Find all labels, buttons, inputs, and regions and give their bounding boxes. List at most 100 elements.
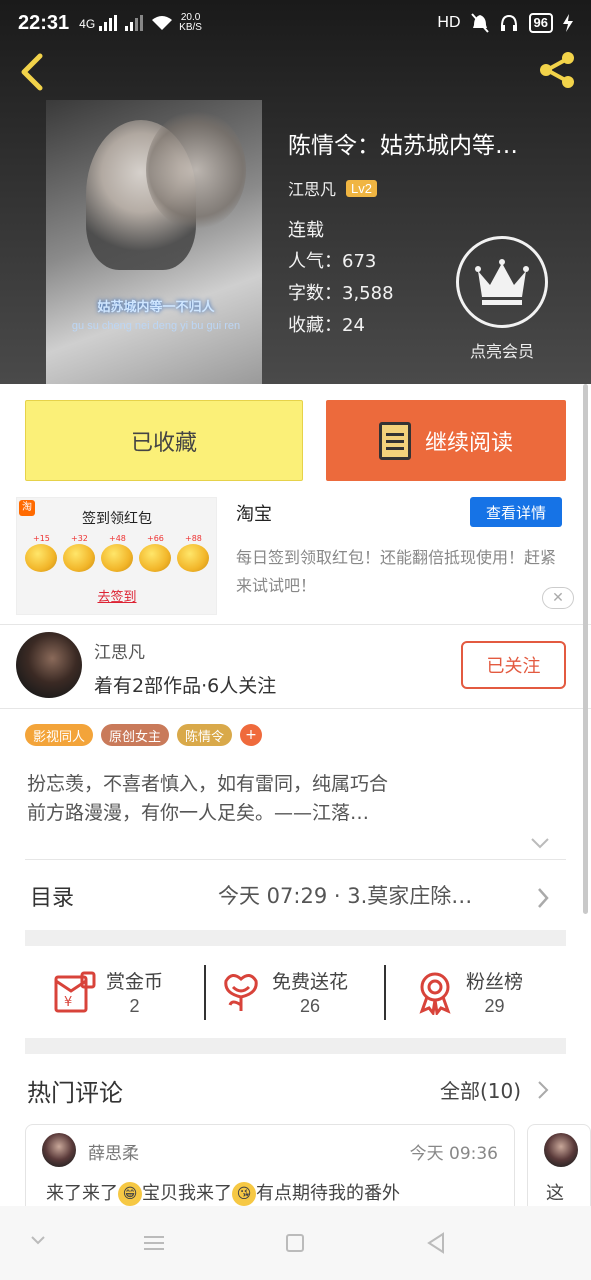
add-tag-button[interactable]: + (240, 724, 263, 746)
menu-icon[interactable] (144, 1236, 164, 1250)
network-speed: 20.0 KB/S (179, 13, 202, 33)
comment-time: 今天 09:36 (409, 1144, 498, 1164)
coin-value: +88 (185, 534, 202, 543)
book-word-count: 字数：3,588 (288, 283, 394, 304)
coin-stack: +15 +32 +48 +66 +88 (25, 534, 209, 572)
book-header: 22:31 4G 20.0 KB/S HD 96 姑苏城内等一不归人 gu su… (0, 0, 591, 384)
coin-icon: +66 (139, 534, 171, 572)
author-name[interactable]: 江思凡 (94, 638, 145, 663)
charging-icon (563, 14, 573, 32)
flowers-value: 26 (299, 996, 321, 1016)
coin-icon: +88 (177, 534, 209, 572)
reward-text: 赏金币 2 (106, 967, 163, 1017)
author-avatar[interactable] (16, 632, 82, 698)
all-comments-link[interactable]: 全部(10) (440, 1075, 521, 1104)
comment-text: 来了来了 😁 宝贝我来了 😘 有点期待我的番外 (46, 1179, 506, 1206)
ad-image-title: 签到领红包 (82, 511, 152, 527)
signal-icon: 4G (79, 15, 173, 31)
chevron-down-icon[interactable] (530, 836, 550, 850)
book-favorites: 收藏：24 (288, 315, 365, 336)
continue-reading-button[interactable]: 继续阅读 (326, 400, 566, 481)
divider (25, 859, 566, 860)
grin-emoji-icon: 😁 (118, 1182, 142, 1206)
fans-ranking-stat[interactable]: 粉丝榜 29 (412, 962, 523, 1022)
close-icon: ✕ (552, 590, 564, 606)
coin-value: +66 (147, 534, 164, 543)
continue-reading-label: 继续阅读 (424, 430, 513, 456)
coin-icon: +48 (101, 534, 133, 572)
follow-button[interactable]: 已关注 (461, 641, 566, 689)
book-popularity: 人气：673 (288, 251, 377, 272)
coin-icon: +32 (63, 534, 95, 572)
description-line: 前方路漫漫，有你一人足矣。——江落… (27, 802, 370, 824)
back-icon[interactable] (16, 52, 48, 92)
comment-text-part: 有点期待我的番外 (256, 1183, 400, 1204)
speed-unit: KB/S (179, 22, 202, 33)
author-stats: 着有2部作品·6人关注 (94, 675, 277, 697)
comment-text-part: 宝贝我来了 (142, 1183, 232, 1204)
home-icon[interactable] (286, 1234, 304, 1252)
ad-checkin-link[interactable]: 去签到 (17, 586, 217, 605)
tag-item[interactable]: 影视同人 (25, 724, 94, 746)
back-triangle-icon[interactable] (425, 1232, 447, 1254)
toc-label[interactable]: 目录 (30, 880, 74, 912)
share-icon[interactable] (535, 48, 579, 92)
scrollbar[interactable] (583, 384, 588, 914)
commenter-name[interactable]: 薛思柔 (88, 1139, 139, 1164)
chevron-down-icon[interactable] (30, 1234, 46, 1246)
view-details-label: 查看详情 (485, 503, 546, 522)
svg-text:¥: ¥ (64, 995, 72, 1010)
status-bar: 22:31 4G 20.0 KB/S HD 96 (0, 0, 591, 46)
flowers-text: 免费送花 26 (272, 967, 348, 1017)
hot-comments-title: 热门评论 (27, 1079, 123, 1107)
stat-separator (384, 965, 386, 1020)
kiss-emoji-icon: 😘 (232, 1182, 256, 1206)
status-right: HD 96 (437, 13, 573, 33)
commenter-avatar[interactable] (42, 1133, 76, 1167)
chevron-right-icon[interactable] (536, 887, 550, 909)
divider (0, 708, 591, 709)
red-envelope-icon: ¥ (54, 971, 96, 1013)
tag-item[interactable]: 陈情令 (177, 724, 233, 746)
ad-close-button[interactable]: ✕ (542, 587, 574, 609)
tag-item[interactable]: 原创女主 (101, 724, 170, 746)
wifi-icon (152, 16, 173, 30)
divider (0, 624, 591, 625)
reward-label: 赏金币 (106, 971, 164, 993)
reward-value: 2 (129, 996, 140, 1016)
cover-caption: 姑苏城内等一不归人 (97, 300, 215, 315)
comment-text-part: 来了来了 (46, 1183, 118, 1204)
view-details-button[interactable]: 查看详情 (470, 497, 562, 527)
ad-banner-image[interactable]: 淘 签到领红包 +15 +32 +48 +66 +88 去签到 (16, 497, 217, 615)
mute-icon (470, 13, 489, 33)
section-separator (25, 1038, 566, 1054)
reward-coins-stat[interactable]: ¥ 赏金币 2 (52, 962, 163, 1022)
collected-button[interactable]: 已收藏 (25, 400, 303, 481)
commenter-avatar[interactable] (544, 1133, 578, 1167)
chevron-right-icon[interactable] (537, 1080, 549, 1100)
free-flowers-stat[interactable]: 免费送花 26 (218, 962, 348, 1022)
book-status: 连载 (288, 220, 324, 241)
crown-icon (475, 259, 529, 305)
vip-crown-button[interactable] (456, 236, 548, 328)
tag-list: 影视同人 原创女主 陈情令 + (25, 724, 263, 746)
description-line: 扮忘羡，不喜者慎入，如有雷同，纯属巧合 (27, 773, 389, 795)
book-cover[interactable]: 姑苏城内等一不归人 gu su cheng nei deng yi bu gui… (46, 100, 262, 384)
latest-chapter[interactable]: 今天 07:29 · 3.莫家庄除… (218, 880, 518, 910)
system-nav-bar (0, 1206, 591, 1280)
book-author-row[interactable]: 江思凡 Lv2 (288, 176, 377, 200)
fans-text: 粉丝榜 29 (466, 967, 523, 1017)
cover-figure-2 (146, 110, 246, 230)
coin-value: +15 (33, 534, 50, 543)
medal-icon (419, 972, 451, 1015)
status-time: 22:31 (18, 11, 70, 34)
book-title: 陈情令：姑苏城内等… (288, 133, 518, 159)
vip-label[interactable]: 点亮会员 (448, 338, 556, 362)
coin-icon: +15 (25, 534, 57, 572)
headset-icon (500, 14, 517, 31)
section-separator (25, 930, 566, 946)
comment-text: 这 (546, 1183, 564, 1204)
book-author[interactable]: 江思凡 (288, 176, 336, 200)
book-description[interactable]: 扮忘羡，不喜者慎入，如有雷同，纯属巧合 前方路漫漫，有你一人足矣。——江落… (27, 770, 567, 828)
book-icon (378, 421, 411, 460)
